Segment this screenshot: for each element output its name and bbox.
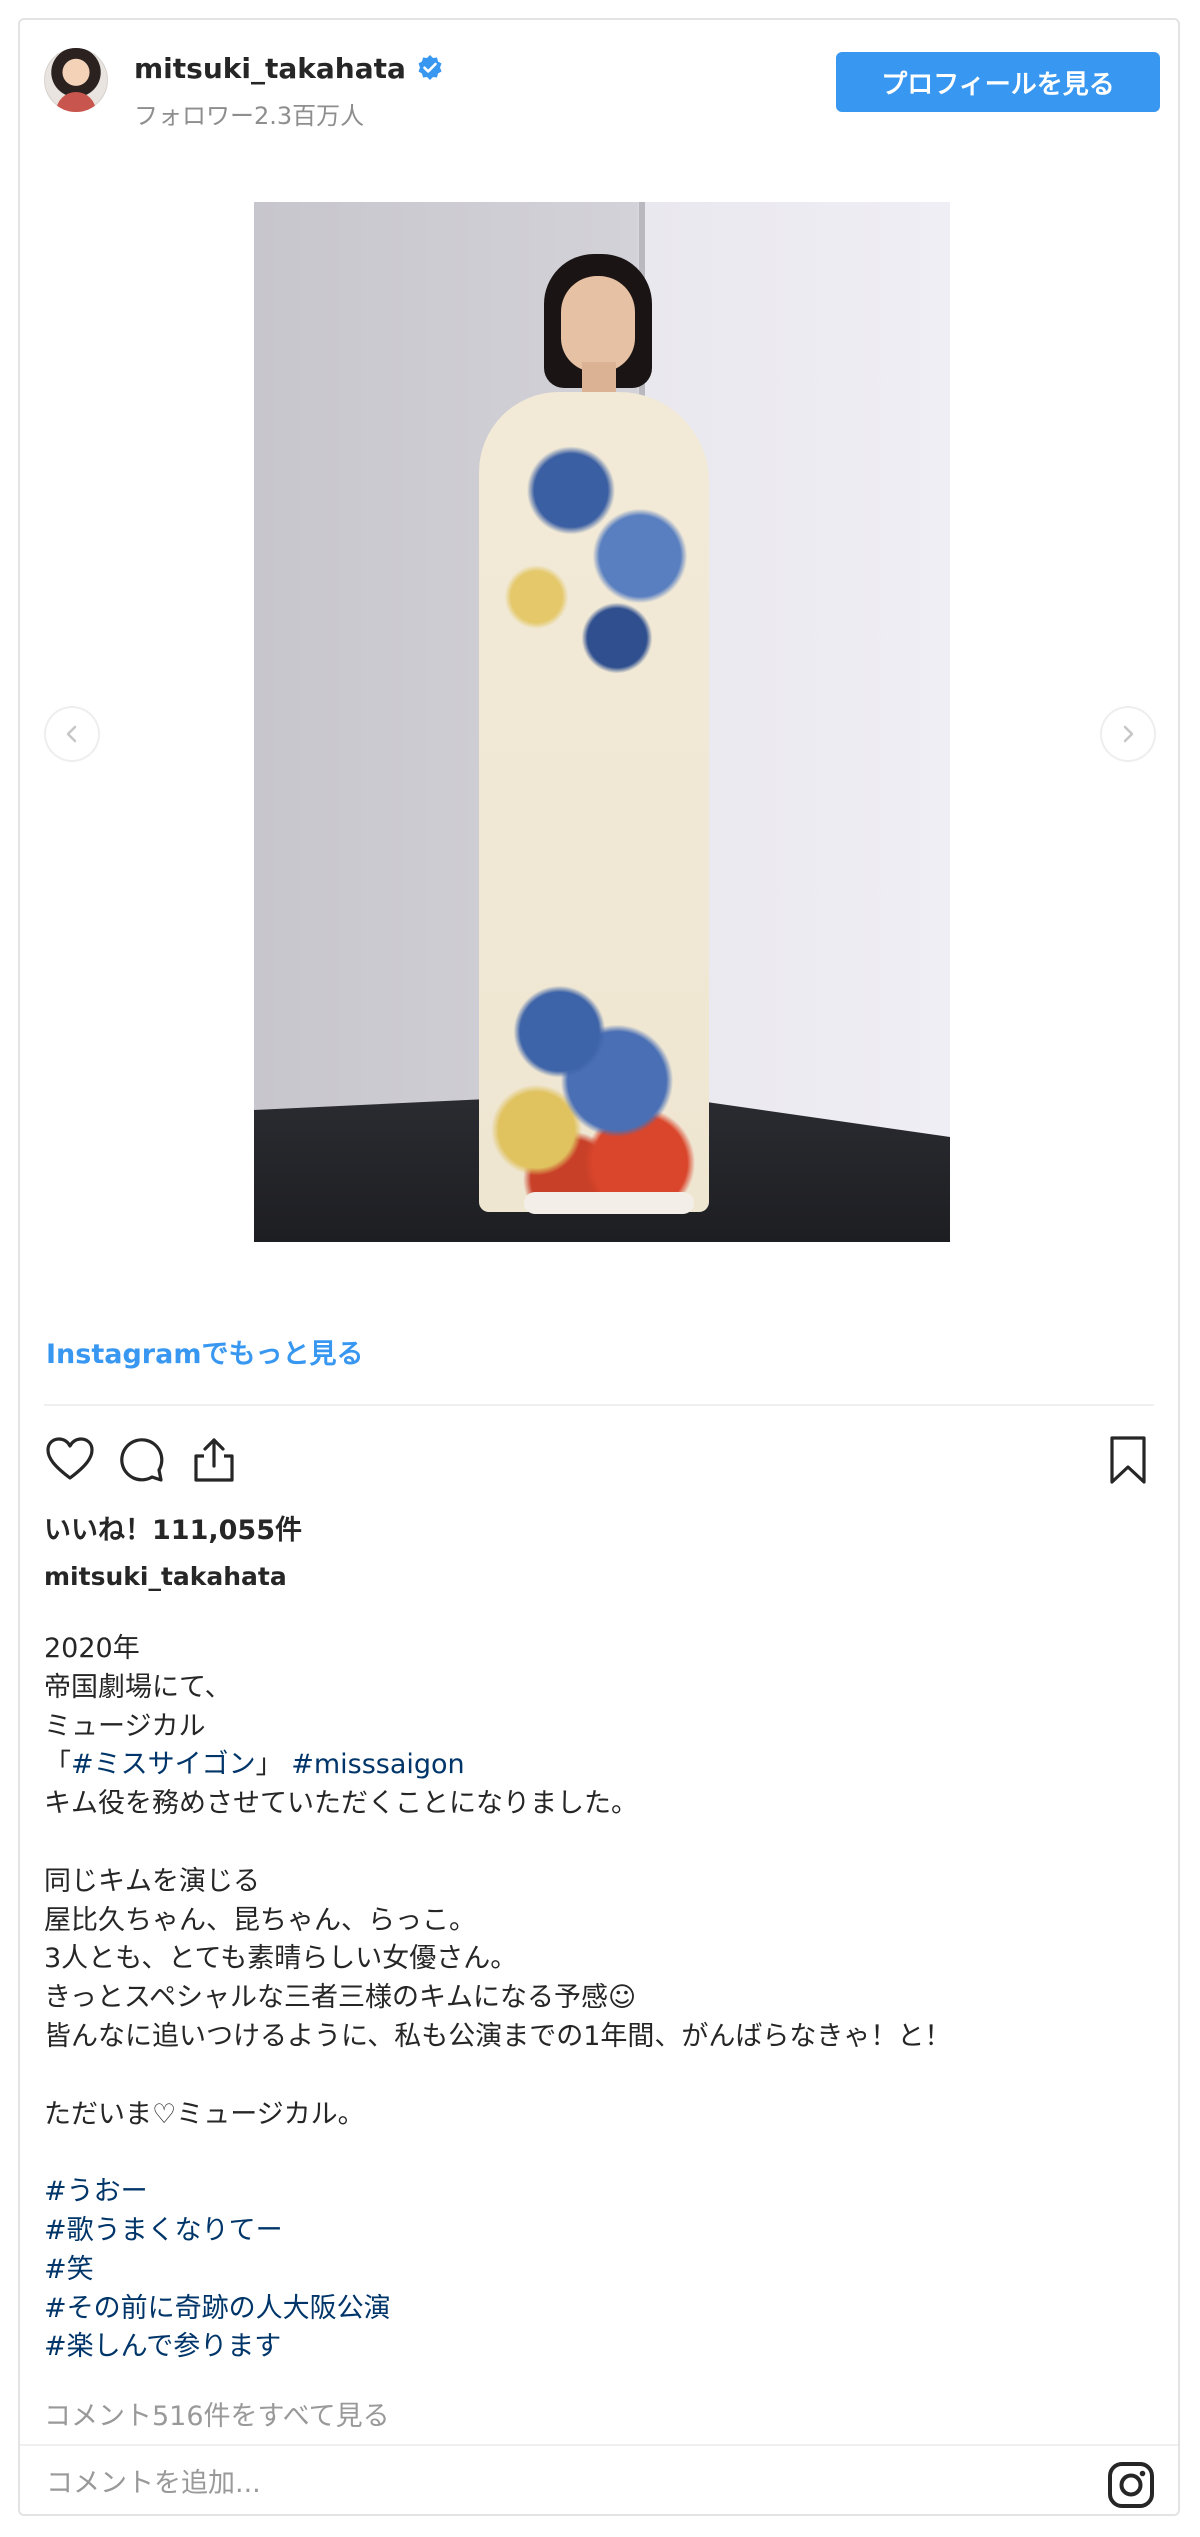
hashtag-link[interactable]: #その前に奇跡の人大阪公演 [44, 2293, 391, 2324]
action-bar [20, 1420, 1178, 1500]
view-all-comments-link[interactable]: コメント516件をすべて見る [44, 2394, 390, 2433]
caption-text: 2020年 帝国劇場にて、 ミュージカル 「#ミスサイゴン」 #misssaigon キ… [44, 1630, 1154, 2367]
verified-badge-icon [416, 54, 444, 82]
username-row: mitsuki_takahata [134, 50, 444, 86]
username[interactable]: mitsuki_takahata [134, 52, 406, 85]
heart-icon[interactable] [42, 1432, 98, 1488]
caption-line: 3人とも、とても素晴らしい女優さん。 [44, 1940, 1154, 1979]
caption-segment: ただいま♡ミュージカル。 [44, 2098, 365, 2130]
caption-line: 2020年 [44, 1630, 1154, 1669]
caption-line: ミュージカル [44, 1708, 1154, 1747]
caption-line [44, 1824, 1154, 1863]
bookmark-icon[interactable] [1100, 1432, 1156, 1488]
chevron-left-icon [66, 725, 77, 743]
caption-segment: ミュージカル [44, 1710, 206, 1742]
comment-bubble-icon[interactable] [114, 1432, 170, 1488]
caption-line: 同じキムを演じる [44, 1863, 1154, 1902]
caption-segment: 屋比久ちゃん、昆ちゃん、らっこ。 [44, 1904, 476, 1936]
add-comment-input[interactable] [44, 2456, 1028, 2510]
caption-segment: 皆んなに追いつけるように、私も公演までの1年間、がんばらなきゃ！と！ [44, 2020, 952, 2052]
caption-segment: 3人とも、とても素晴らしい女優さん。 [44, 1943, 518, 1975]
carousel-next-button[interactable] [1100, 706, 1156, 762]
caption-segment: 同じキムを演じる [44, 1865, 260, 1897]
hashtag-link[interactable]: #笑 [44, 2254, 94, 2285]
avatar[interactable] [44, 48, 108, 112]
view-more-on-instagram-link[interactable]: Instagramでもっと見る [46, 1332, 363, 1371]
caption-segment: 帝国劇場にて、 [44, 1671, 232, 1703]
caption-segment: 2020年 [44, 1633, 140, 1664]
caption-line: #うおー [44, 2173, 1154, 2212]
post-header: mitsuki_takahata フォロワー2.3百万人 プロフィールを見る [20, 20, 1178, 140]
instagram-embed-card: mitsuki_takahata フォロワー2.3百万人 プロフィールを見る I… [18, 18, 1180, 2516]
caption-line: #その前に奇跡の人大阪公演 [44, 2290, 1154, 2329]
instagram-logo-icon[interactable] [1106, 2460, 1156, 2510]
caption-segment: 」 [255, 1749, 292, 1781]
caption-line: #笑 [44, 2251, 1154, 2290]
caption-username[interactable]: mitsuki_takahata [44, 1562, 287, 1591]
caption-segment: きっとスペシャルな三者三様のキムになる予感☺︎ [44, 1982, 637, 2014]
share-icon[interactable] [186, 1432, 242, 1488]
caption-line: 「#ミスサイゴン」 #misssaigon [44, 1746, 1154, 1785]
hashtag-link[interactable]: #楽しんで参ります [44, 2331, 281, 2362]
caption-line: 皆んなに追いつけるように、私も公演までの1年間、がんばらなきゃ！と！ [44, 2018, 1154, 2057]
caption-line [44, 2057, 1154, 2096]
chevron-right-icon [1123, 725, 1134, 743]
hashtag-link[interactable]: #ミスサイゴン [71, 1749, 256, 1780]
hashtag-link[interactable]: #歌うまくなりてー [44, 2215, 283, 2246]
caption-line [44, 2134, 1154, 2173]
divider [44, 1404, 1154, 1406]
caption-line: きっとスペシャルな三者三様のキムになる予感☺︎ [44, 1979, 1154, 2018]
caption-line: 帝国劇場にて、 [44, 1669, 1154, 1708]
media-carousel [20, 142, 1178, 1260]
caption-line: キム役を務めさせていただくことになりました。 [44, 1785, 1154, 1824]
view-profile-button[interactable]: プロフィールを見る [836, 52, 1160, 112]
caption-line: #楽しんで参ります [44, 2328, 1154, 2367]
carousel-prev-button[interactable] [44, 706, 100, 762]
follower-count: フォロワー2.3百万人 [134, 102, 365, 130]
caption-line: ただいま♡ミュージカル。 [44, 2096, 1154, 2135]
hashtag-link[interactable]: #misssaigon [291, 1749, 464, 1780]
caption-segment: キム役を務めさせていただくことになりました。 [44, 1788, 638, 1820]
divider [20, 2444, 1178, 2446]
caption-segment: 「 [44, 1749, 71, 1781]
caption-line: #歌うまくなりてー [44, 2212, 1154, 2251]
post-photo[interactable] [254, 202, 950, 1242]
hashtag-link[interactable]: #うおー [44, 2176, 148, 2207]
caption-line: 屋比久ちゃん、昆ちゃん、らっこ。 [44, 1902, 1154, 1941]
like-count[interactable]: いいね！111,055件 [44, 1508, 302, 1547]
